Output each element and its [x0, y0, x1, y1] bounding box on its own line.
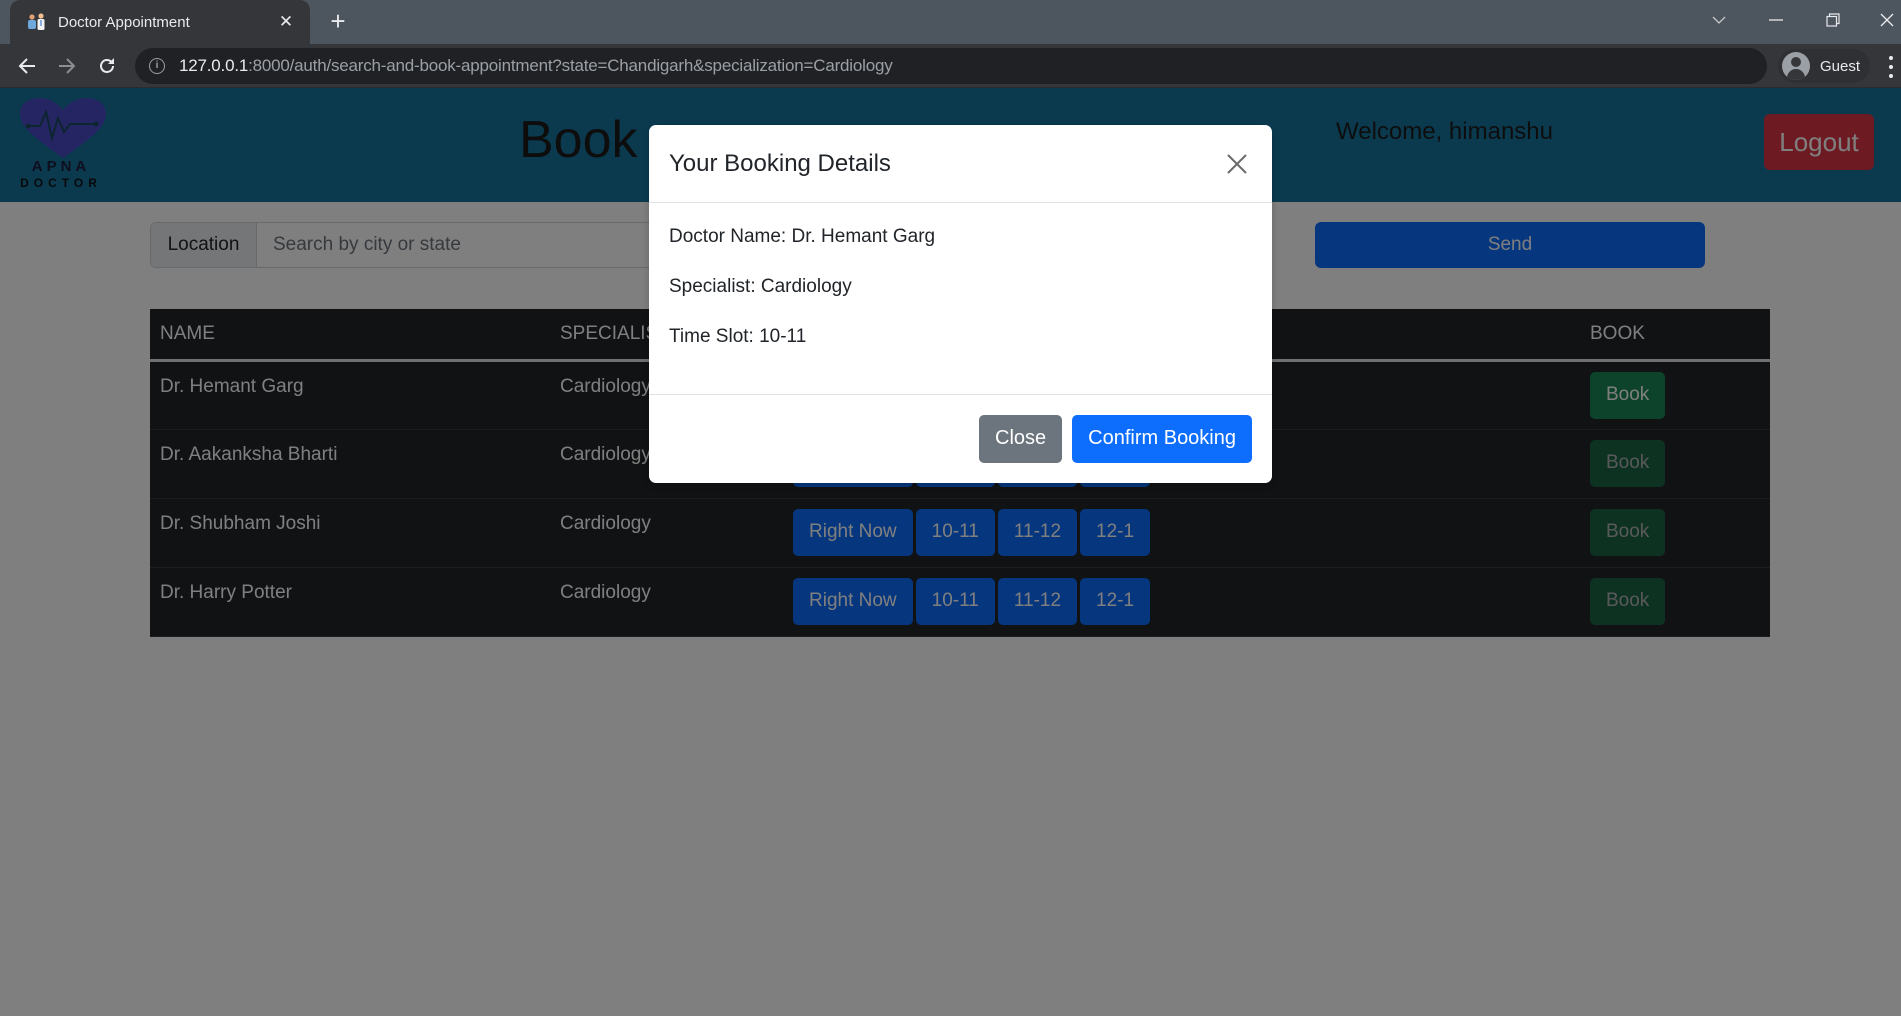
profile-label: Guest: [1820, 57, 1861, 75]
booking-time-slot: Time Slot: 10-11: [669, 326, 807, 347]
close-window-icon[interactable]: [1864, 0, 1901, 40]
browser-tab[interactable]: Doctor Appointment ✕: [10, 0, 310, 44]
modal-footer: Close Confirm Booking: [649, 395, 1272, 482]
browser-tab-strip: Doctor Appointment ✕ +: [0, 0, 1901, 44]
doctor-patient-icon: [26, 12, 48, 32]
booking-specialist: Specialist: Cardiology: [669, 276, 852, 297]
modal-header: Your Booking Details: [649, 125, 1272, 203]
new-tab-button[interactable]: +: [324, 8, 352, 36]
site-info-icon[interactable]: i: [149, 58, 165, 74]
address-bar[interactable]: i 127.0.0.1:8000/auth/search-and-book-ap…: [135, 48, 1767, 84]
close-icon[interactable]: [1222, 149, 1252, 179]
tab-close-icon[interactable]: ✕: [276, 12, 296, 32]
profile-button[interactable]: Guest: [1778, 49, 1870, 83]
forward-arrow-icon[interactable]: [53, 52, 81, 80]
browser-menu-icon[interactable]: [1886, 56, 1896, 78]
tab-title: Doctor Appointment: [58, 13, 190, 31]
modal-title: Your Booking Details: [669, 149, 891, 177]
restore-icon[interactable]: [1810, 0, 1856, 40]
url-path: :8000/auth/search-and-book-appointment?s…: [248, 56, 893, 75]
url-host: 127.0.0.1: [179, 56, 249, 75]
browser-toolbar: i 127.0.0.1:8000/auth/search-and-book-ap…: [0, 44, 1901, 88]
profile-avatar-icon: [1782, 52, 1810, 80]
back-arrow-icon[interactable]: [13, 52, 41, 80]
booking-details-modal: Your Booking Details Doctor Name: Dr. He…: [649, 125, 1272, 483]
confirm-booking-button[interactable]: Confirm Booking: [1072, 414, 1252, 463]
modal-body: Doctor Name: Dr. Hemant Garg Specialist:…: [649, 203, 1272, 395]
minimize-icon[interactable]: [1753, 0, 1799, 40]
tab-search-chevron-icon[interactable]: [1696, 0, 1742, 40]
booking-doctor-name: Doctor Name: Dr. Hemant Garg: [669, 226, 936, 247]
reload-icon[interactable]: [93, 52, 121, 80]
close-button[interactable]: Close: [979, 414, 1063, 463]
